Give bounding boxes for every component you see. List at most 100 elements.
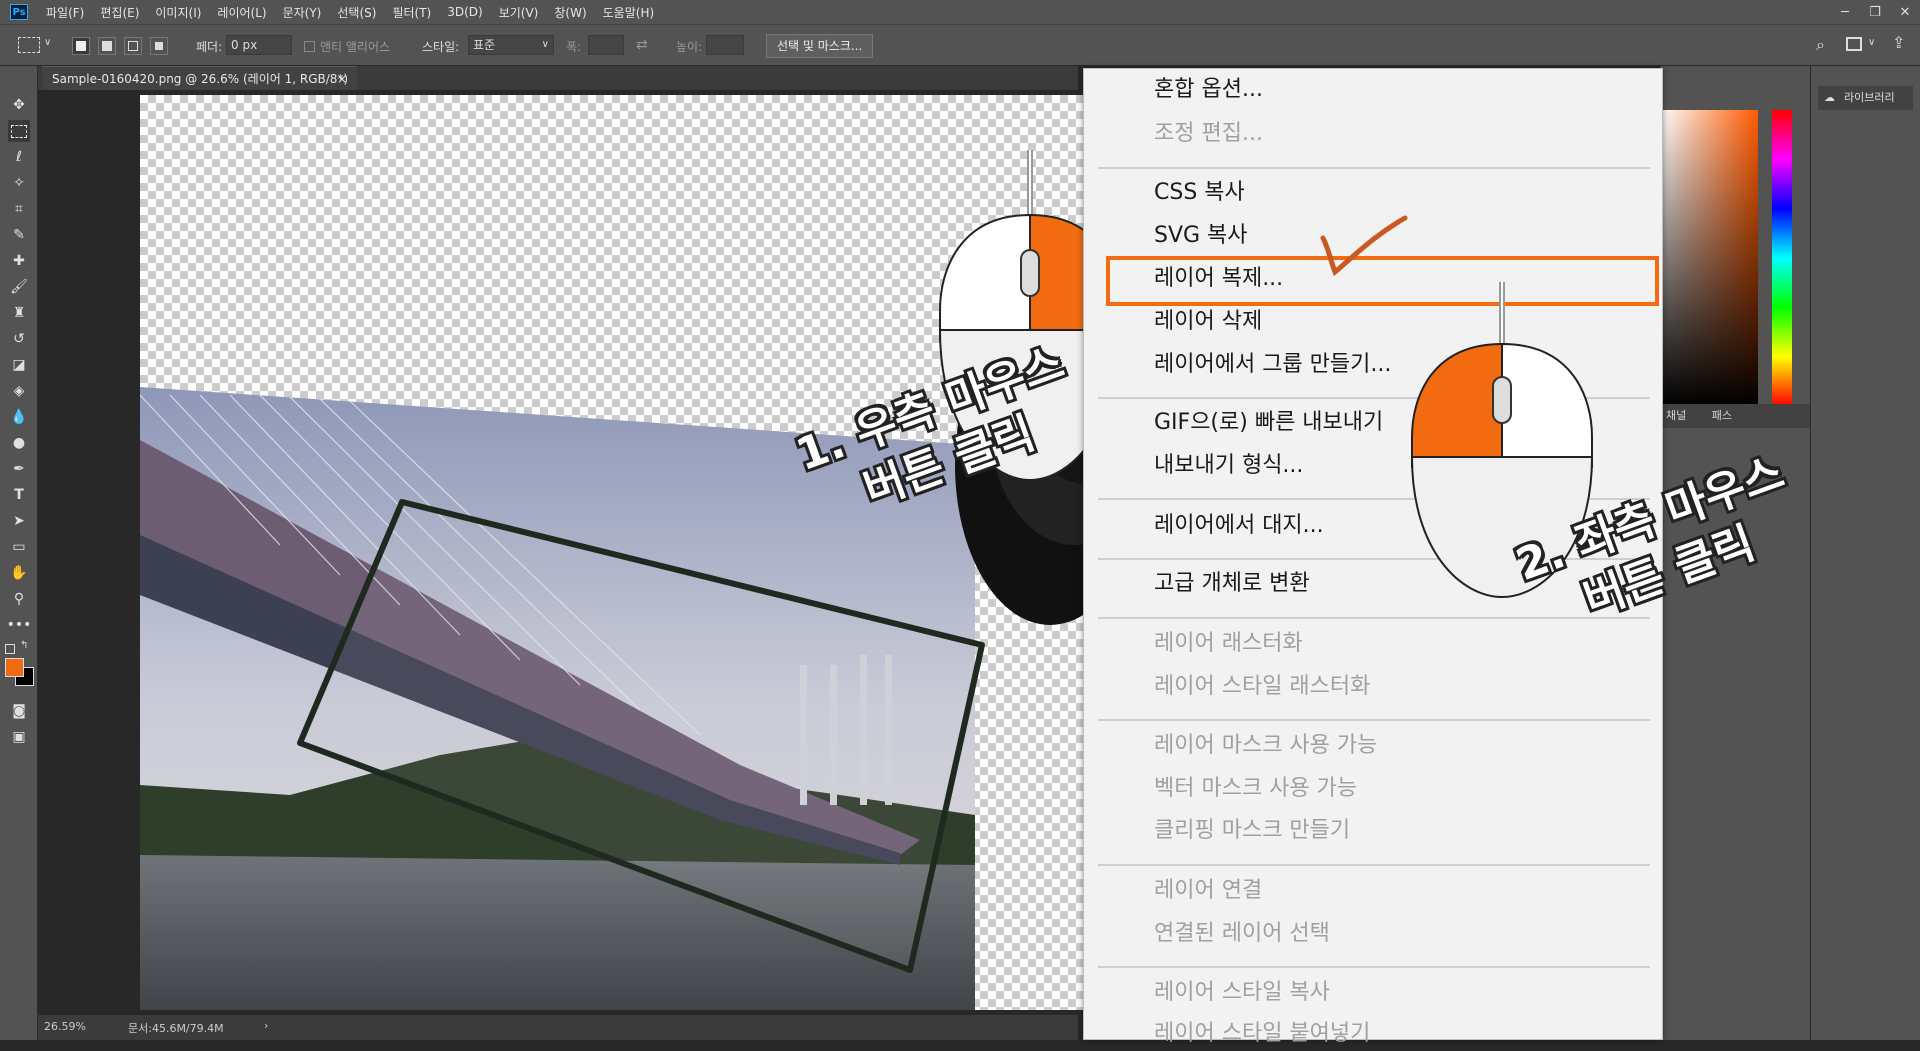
menu-item-rasterize-layer-style: 레이어 스타일 래스터화 [1154, 674, 1371, 699]
menu-separator [1098, 719, 1650, 721]
menu-item-paste-layer-style: 레이어 스타일 붙여넣기 [1154, 1021, 1371, 1046]
swap-colors-icon[interactable]: ↰ [20, 640, 28, 651]
hue-slider[interactable] [1772, 110, 1792, 406]
share-icon[interactable]: ⇪ [1892, 33, 1905, 52]
antialias-checkbox[interactable] [304, 41, 315, 52]
eyedropper-tool-icon[interactable]: ✎ [8, 224, 30, 246]
new-selection-icon[interactable] [72, 37, 90, 55]
minimize-icon[interactable]: ─ [1830, 0, 1860, 24]
style-label: 스타일: [422, 40, 460, 54]
menu-help[interactable]: 도움말(H) [595, 4, 663, 21]
menu-separator [1098, 864, 1650, 866]
color-picker-field[interactable] [1660, 110, 1758, 406]
document-info: 문서:45.6M/79.4M [128, 1022, 224, 1035]
menu-layer[interactable]: 레이어(L) [209, 4, 274, 21]
tab-paths[interactable]: 패스 [1712, 409, 1732, 422]
preset-chevron-down-icon[interactable]: ∨ [44, 37, 51, 48]
menu-item-create-clipping-mask: 클리핑 마스크 만들기 [1154, 818, 1351, 843]
eraser-tool-icon[interactable]: ◪ [8, 354, 30, 376]
menu-view[interactable]: 보기(V) [491, 4, 547, 21]
path-selection-tool-icon[interactable]: ➤ [8, 510, 30, 532]
add-selection-icon[interactable] [98, 37, 116, 55]
menu-item-enable-vector-mask: 벡터 마스크 사용 가능 [1154, 776, 1358, 801]
style-select[interactable]: 표준 ∨ [468, 35, 554, 55]
tab-channels[interactable]: 채널 [1666, 409, 1686, 422]
menu-3d[interactable]: 3D(D) [439, 5, 490, 19]
feather-label: 페더: [196, 40, 223, 54]
menu-item-copy-css[interactable]: CSS 복사 [1154, 176, 1245, 210]
menu-item-copy-layer-style: 레이어 스타일 복사 [1154, 980, 1330, 1005]
default-colors-icon[interactable] [5, 644, 15, 654]
workspace-icon[interactable] [1846, 37, 1862, 51]
menu-item-enable-layer-mask: 레이어 마스크 사용 가능 [1154, 733, 1378, 758]
marquee-preset-icon[interactable] [18, 37, 40, 53]
menu-filter[interactable]: 필터(T) [384, 4, 439, 21]
hand-tool-icon[interactable]: ✋ [8, 562, 30, 584]
right-collapsed-panel [1810, 66, 1920, 1040]
menu-item-select-linked-layers: 연결된 레이어 선택 [1154, 921, 1330, 946]
search-icon[interactable]: ⌕ [1816, 35, 1825, 55]
history-brush-tool-icon[interactable]: ↺ [8, 328, 30, 350]
menu-separator [1098, 167, 1650, 169]
intersect-selection-icon[interactable] [150, 37, 168, 55]
healing-brush-tool-icon[interactable]: ✚ [8, 250, 30, 272]
menu-item-blending-options[interactable]: 혼합 옵션... [1154, 73, 1263, 107]
status-expand-icon[interactable]: › [264, 1019, 268, 1032]
menu-type[interactable]: 문자(Y) [275, 4, 330, 21]
brush-tool-icon[interactable]: 🖌 [8, 276, 30, 298]
menu-edit[interactable]: 편집(E) [92, 4, 147, 21]
document-tab[interactable]: Sample-0160420.png @ 26.6% (레이어 1, RGB/8… [42, 66, 357, 110]
tools-panel: ✥ ℓ ✧ ⌗ ✎ ✚ 🖌 ♜ ↺ ◪ ◈ 💧 ● ✒ T ➤ ▭ ✋ ⚲ ••… [0, 66, 38, 1040]
menu-window[interactable]: 창(W) [546, 4, 594, 21]
status-bar: 26.59% 문서:45.6M/79.4M › [38, 1015, 1078, 1040]
menu-item-delete-layer[interactable]: 레이어 삭제 [1154, 305, 1262, 339]
antialias-label: 앤티 앨리어스 [320, 40, 391, 54]
zoom-tool-icon[interactable]: ⚲ [8, 588, 30, 610]
quick-mask-icon[interactable]: ◙ [8, 700, 30, 722]
marquee-tool-icon[interactable] [8, 120, 30, 142]
workspace-chevron-icon[interactable]: ∨ [1868, 37, 1875, 48]
libraries-panel-button[interactable]: ☁ 라이브러리 [1818, 86, 1913, 110]
menu-item-copy-svg[interactable]: SVG 복사 [1154, 219, 1248, 253]
foreground-color-swatch[interactable] [5, 658, 24, 677]
menu-file[interactable]: 파일(F) [38, 4, 92, 21]
menu-item-rasterize-layer: 레이어 래스터화 [1154, 631, 1303, 656]
move-tool-icon[interactable]: ✥ [8, 94, 30, 116]
rectangle-tool-icon[interactable]: ▭ [8, 536, 30, 558]
menu-select[interactable]: 선택(S) [329, 4, 384, 21]
feather-input[interactable]: 0 px [226, 35, 292, 55]
menu-item-edit-adjustment: 조정 편집... [1154, 121, 1263, 146]
pen-tool-icon[interactable]: ✒ [8, 458, 30, 480]
type-tool-icon[interactable]: T [8, 484, 30, 506]
restore-icon[interactable]: ❐ [1860, 0, 1890, 24]
paint-bucket-tool-icon[interactable]: ◈ [8, 380, 30, 402]
height-input[interactable] [706, 35, 744, 55]
menu-image[interactable]: 이미지(I) [147, 4, 209, 21]
clone-stamp-tool-icon[interactable]: ♜ [8, 302, 30, 324]
subtract-selection-icon[interactable] [124, 37, 142, 55]
blur-tool-icon[interactable]: 💧 [8, 406, 30, 428]
screen-mode-icon[interactable]: ▣ [8, 726, 30, 748]
menu-item-artboard-from-layers[interactable]: 레이어에서 대지... [1154, 509, 1324, 543]
cloud-icon: ☁ [1824, 91, 1835, 104]
width-label: 폭: [566, 40, 582, 54]
menu-item-quick-export[interactable]: GIF으(로) 빠른 내보내기 [1154, 406, 1383, 440]
window-controls: ─ ❐ ✕ [1830, 0, 1920, 24]
close-icon[interactable]: ✕ [1890, 0, 1920, 24]
menu-item-export-as[interactable]: 내보내기 형식... [1154, 449, 1303, 483]
width-input[interactable] [588, 35, 624, 55]
lasso-tool-icon[interactable]: ℓ [8, 146, 30, 168]
photoshop-logo-icon: Ps [10, 4, 28, 20]
menu-item-group-from-layers[interactable]: 레이어에서 그룹 만들기... [1154, 348, 1391, 382]
zoom-level[interactable]: 26.59% [44, 1020, 86, 1033]
crop-tool-icon[interactable]: ⌗ [8, 198, 30, 220]
more-tools-icon[interactable]: ••• [7, 614, 32, 636]
dodge-tool-icon[interactable]: ● [8, 432, 30, 454]
select-and-mask-button[interactable]: 선택 및 마스크... [766, 34, 874, 58]
swap-dimensions-icon[interactable]: ⇄ [636, 37, 648, 53]
magic-wand-tool-icon[interactable]: ✧ [8, 172, 30, 194]
close-tab-icon[interactable]: × [337, 67, 347, 91]
menu-item-convert-smart-object[interactable]: 고급 개체로 변환 [1154, 567, 1310, 601]
channels-paths-tabs: 채널 패스 [1660, 404, 1810, 428]
check-mark-icon [1320, 215, 1408, 277]
